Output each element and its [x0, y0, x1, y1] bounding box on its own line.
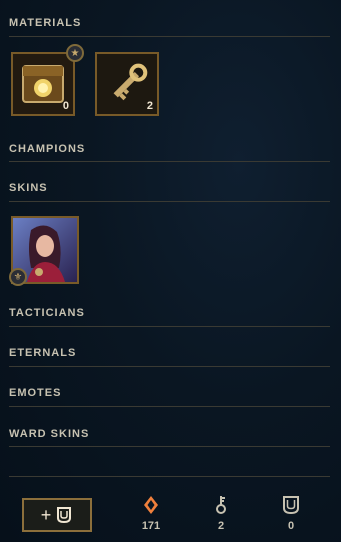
craft-chest-button[interactable]: + [22, 498, 92, 532]
section-materials-title: MATERIALS [9, 17, 82, 29]
chest-value: 0 [287, 520, 295, 532]
divider [9, 36, 330, 37]
star-badge-icon: ★ [66, 44, 84, 62]
essence-value: 171 [141, 520, 161, 532]
section-champions-title: CHAMPIONS [9, 143, 86, 155]
shard-badge-icon: ⚜ [9, 268, 27, 286]
chest-small-icon [283, 496, 299, 515]
key-count: 2 [146, 100, 153, 112]
key-small-icon [216, 496, 226, 514]
key-counter: 2 [201, 494, 241, 532]
blue-essence-counter: 171 [131, 494, 171, 532]
divider [9, 446, 330, 447]
divider [9, 161, 330, 162]
section-emotes-title: EMOTES [9, 387, 62, 399]
chest-count: 0 [62, 100, 69, 112]
divider [9, 326, 330, 327]
section-skins-title: SKINS [9, 182, 48, 194]
footer-divider [9, 476, 330, 477]
chest-tile[interactable]: 0 [11, 52, 75, 116]
divider [9, 406, 330, 407]
key-tile[interactable]: 2 [95, 52, 159, 116]
plus-label: + [40, 504, 52, 525]
section-tacticians-title: TACTICIANS [9, 307, 85, 319]
divider [9, 366, 330, 367]
key-value: 2 [217, 520, 225, 532]
essence-icon [144, 496, 158, 514]
section-ward-skins-title: WARD SKINS [9, 428, 90, 440]
chest-counter: 0 [271, 494, 311, 532]
divider [9, 201, 330, 202]
section-eternals-title: ETERNALS [9, 347, 77, 359]
chest-outline-icon [57, 507, 72, 524]
